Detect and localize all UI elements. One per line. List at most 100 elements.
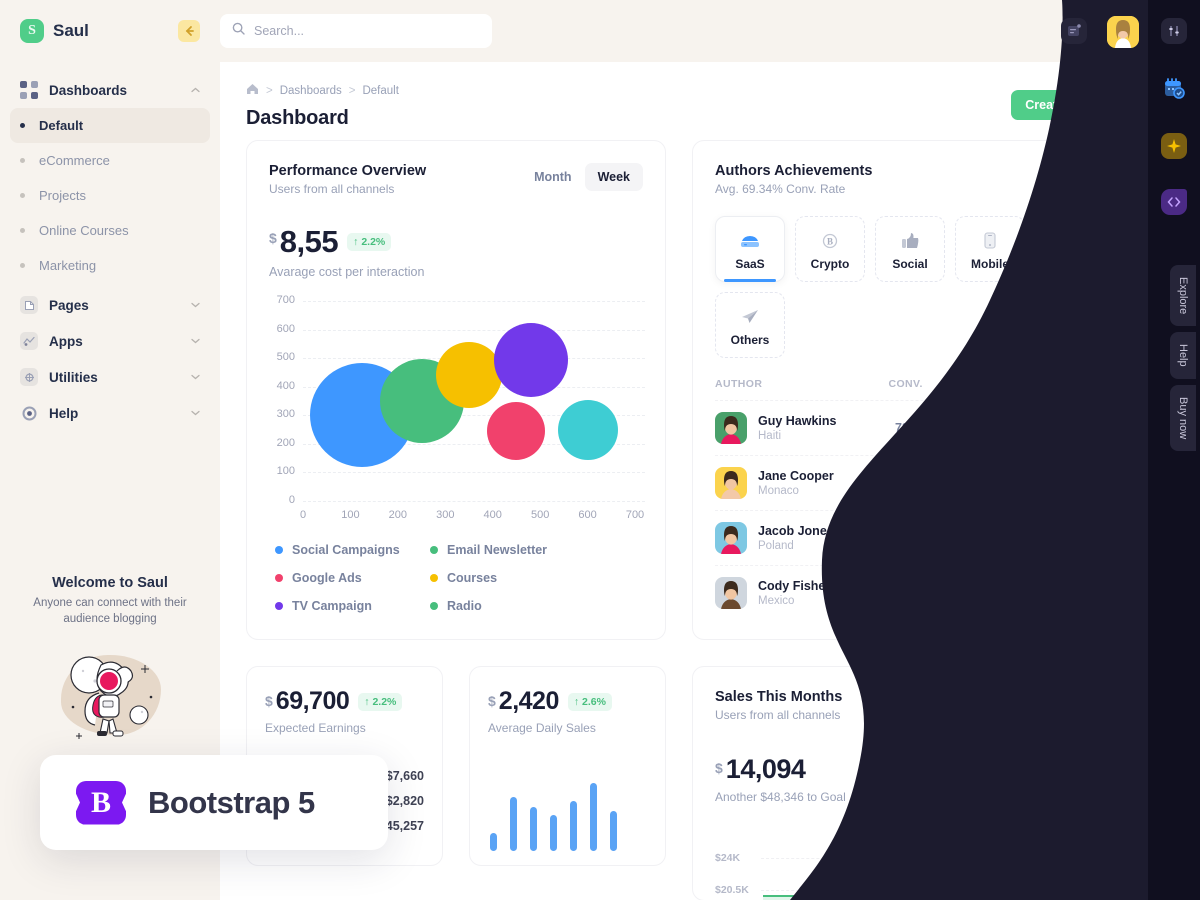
arrow-left-icon[interactable] xyxy=(178,20,200,42)
thumbs-up-icon xyxy=(901,227,919,249)
tab-crypto[interactable]: B Crypto xyxy=(795,216,865,282)
avatar[interactable] xyxy=(1107,16,1139,48)
code-brackets-icon[interactable] xyxy=(1161,189,1187,215)
bubble-point[interactable] xyxy=(557,399,618,460)
topbar: Search... xyxy=(220,0,1200,62)
x-tick-label: 600 xyxy=(578,509,597,521)
sidebar-group-label: Pages xyxy=(49,297,89,313)
breakdown-value: $2,820 xyxy=(385,793,424,808)
sidebar-item-online-courses[interactable]: Online Courses xyxy=(10,213,210,248)
breakdown-value: $7,660 xyxy=(385,768,424,783)
legend-item[interactable]: TV Campaign xyxy=(275,599,430,613)
sidebar-group-dashboards[interactable]: Dashboards xyxy=(0,72,220,108)
author-cell: Jane Cooper Monaco xyxy=(758,469,895,497)
bar[interactable] xyxy=(510,797,517,851)
ellipsis-icon[interactable] xyxy=(1073,681,1097,705)
view-arrow-button[interactable]: → xyxy=(1063,525,1089,551)
col-view: VIEW xyxy=(1060,378,1089,390)
kpi-caption: Avarage cost per interaction xyxy=(269,265,425,279)
sliders-icon[interactable] xyxy=(1161,18,1187,44)
search-input[interactable]: Search... xyxy=(220,14,492,48)
search-placeholder: Search... xyxy=(254,24,305,38)
calendar-check-icon[interactable] xyxy=(1161,75,1187,101)
bubble-point[interactable] xyxy=(436,342,502,409)
right-rail-icons xyxy=(1061,0,1200,215)
tab-saas[interactable]: SaaS xyxy=(715,216,785,282)
tab-mobile[interactable]: Mobile xyxy=(955,216,1025,282)
legend-item[interactable]: Courses xyxy=(430,571,585,585)
daily-sales-kpi: $ 2,420 ↑ 2.6% xyxy=(488,687,647,716)
rail-tab-buy-now[interactable]: Buy now xyxy=(1170,384,1196,452)
bar[interactable] xyxy=(490,833,497,851)
rail-tab-help[interactable]: Help xyxy=(1170,332,1196,379)
sidebar-item-ecommerce[interactable]: eCommerce xyxy=(10,143,210,178)
bar[interactable] xyxy=(570,801,577,851)
legend-item[interactable]: Email Newsletter xyxy=(430,543,585,557)
range-month-button[interactable]: Month xyxy=(521,163,584,191)
gridline xyxy=(303,501,645,502)
sidebar-group-help[interactable]: Help xyxy=(0,395,220,431)
bar[interactable] xyxy=(550,815,557,851)
bubble-point[interactable] xyxy=(493,322,568,397)
rail-tab-explore[interactable]: Explore xyxy=(1170,265,1196,327)
bitcoin-icon: B xyxy=(822,227,838,249)
author-cell: Cody Fishers Mexico xyxy=(758,579,895,607)
brand[interactable]: S Saul xyxy=(0,0,220,62)
bullet-icon xyxy=(20,193,25,198)
author-cell: Guy Hawkins Haiti xyxy=(758,414,895,442)
author-name: Jane Cooper xyxy=(758,469,834,483)
table-row[interactable]: Cody Fishers Mexico 63.08% → xyxy=(715,565,1089,620)
range-week-button[interactable]: Week xyxy=(584,163,643,191)
author-cell: Jacob Jones Poland xyxy=(758,524,895,552)
ellipsis-icon[interactable] xyxy=(1073,155,1097,179)
create-project-button[interactable]: Create Project xyxy=(1011,90,1124,120)
bar[interactable] xyxy=(530,807,537,851)
arrow-up-icon: ↑ xyxy=(573,695,580,708)
author-location: Mexico xyxy=(758,595,795,607)
sidebar-group-utilities[interactable]: Utilities xyxy=(0,359,220,395)
app-root: S Saul Dashboards Default eCommerce Proj… xyxy=(0,0,1200,900)
sidebar-group-pages[interactable]: Pages xyxy=(0,287,220,323)
view-cell: → xyxy=(1063,470,1089,496)
view-arrow-button[interactable]: → xyxy=(1063,580,1089,606)
daily-sales-bar-chart xyxy=(490,771,617,851)
sidebar-item-marketing[interactable]: Marketing xyxy=(10,248,210,283)
breadcrumb-item-default[interactable]: Default xyxy=(362,85,398,97)
home-icon[interactable] xyxy=(246,82,259,100)
tab-others[interactable]: Others xyxy=(715,292,785,358)
view-arrow-button[interactable]: → xyxy=(1063,470,1089,496)
sparkline xyxy=(974,469,1055,498)
table-row[interactable]: Jane Cooper Monaco 63.83% → xyxy=(715,455,1089,510)
sidebar-group-label: Dashboards xyxy=(49,82,128,98)
sidebar-item-projects[interactable]: Projects xyxy=(10,178,210,213)
breadcrumb-item-dashboards[interactable]: Dashboards xyxy=(280,85,342,97)
sparkle-plus-icon[interactable] xyxy=(1161,133,1187,159)
tab-label: Others xyxy=(730,333,770,347)
sidebar-item-default[interactable]: Default xyxy=(10,108,210,143)
legend-item[interactable]: Radio xyxy=(430,599,585,613)
y-tick-label: 400 xyxy=(276,379,295,392)
conversion-value: 63.08% xyxy=(895,586,938,600)
table-row[interactable]: Jacob Jones Poland 92.56% → xyxy=(715,510,1089,565)
kpi-value: 8,55 xyxy=(279,224,339,259)
bubble-point[interactable] xyxy=(487,402,546,460)
gridline xyxy=(303,329,645,331)
sales-kpi: $ 14,094 xyxy=(715,754,1089,785)
sidebar-promo: Welcome to Saul Anyone can connect with … xyxy=(0,575,220,749)
notes-notification-icon[interactable] xyxy=(1061,18,1087,44)
bar[interactable] xyxy=(610,811,617,851)
x-tick-label: 300 xyxy=(436,509,455,521)
legend-item[interactable]: Google Ads xyxy=(275,571,430,585)
table-row[interactable]: Guy Hawkins Haiti 78.34% → xyxy=(715,400,1089,455)
brand-name: Saul xyxy=(53,21,89,40)
paper-plane-icon xyxy=(740,303,760,325)
sidebar-group-apps[interactable]: Apps xyxy=(0,323,220,359)
bar[interactable] xyxy=(590,783,597,851)
view-arrow-button[interactable]: → xyxy=(1063,415,1089,441)
authors-table: Guy Hawkins Haiti 78.34% → Jane Cooper Monaco… xyxy=(715,400,1089,620)
kpi-delta-badge: ↑ 2.2% xyxy=(358,692,403,711)
author-location: Poland xyxy=(758,540,794,552)
legend-item[interactable]: Social Campaigns xyxy=(275,543,430,557)
x-tick-label: 400 xyxy=(483,509,502,521)
tab-social[interactable]: Social xyxy=(875,216,945,282)
